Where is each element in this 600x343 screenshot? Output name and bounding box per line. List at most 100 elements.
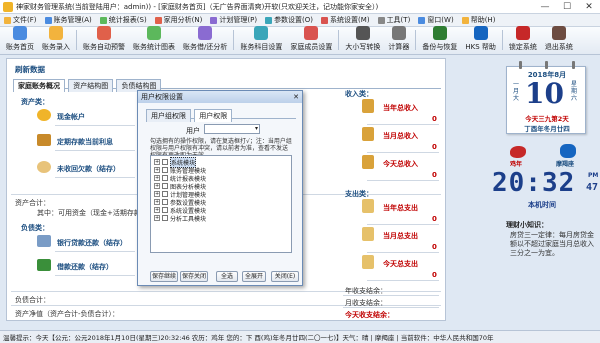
toolbar-button[interactable]: 账务借/还分析 — [179, 26, 231, 54]
expand-icon[interactable]: + — [154, 191, 160, 197]
toolbar-icon — [432, 26, 447, 40]
balance-today-label: 今天收支结余： — [345, 311, 394, 319]
minimize-button[interactable]: — — [534, 0, 556, 14]
menu-label: 统计报表(S) — [108, 16, 147, 24]
toolbar-icon — [391, 26, 406, 40]
tab-group-permission[interactable]: 用户组权限 — [146, 109, 191, 122]
expand-icon[interactable]: + — [154, 183, 160, 189]
toolbar-button[interactable]: 账务首页 — [2, 26, 38, 54]
tab-asset-structure[interactable]: 资产结构图 — [68, 79, 114, 92]
menu-item[interactable]: 工具(T) — [377, 15, 410, 25]
toolbar-icon — [355, 26, 370, 40]
debt-bank-link[interactable]: 银行贷款还款（结存） — [57, 238, 127, 248]
expand-icon[interactable]: + — [154, 215, 160, 221]
menu-item[interactable]: 参数设置(O) — [265, 15, 313, 25]
toolbar-button[interactable]: 家庭成员设置 — [286, 26, 336, 54]
zodiac-sign: 摩羯座 — [556, 161, 575, 168]
expand-icon[interactable]: + — [154, 167, 160, 173]
toolbar-separator — [76, 30, 77, 50]
menu-label: 帮助(H) — [470, 16, 496, 24]
assets-title: 资产类： — [21, 98, 49, 106]
tab-user-permission[interactable]: 用户权限 — [194, 109, 233, 122]
calendar-ganzhi: 丁酉年冬月廿四 — [524, 125, 570, 133]
user-label: 用户 — [186, 127, 200, 135]
expand-all-button[interactable]: 全展开 — [242, 271, 266, 282]
tree-checkbox[interactable] — [162, 199, 168, 205]
toolbar-button[interactable]: 账务自动预警 — [79, 26, 129, 54]
toolbar-label: 账务借/还分析 — [183, 43, 228, 51]
menu-label: 系统设置(M) — [330, 16, 370, 24]
toolbar-label: 家庭成员设置 — [290, 43, 333, 51]
income-month-label: 当月总收入 — [383, 132, 418, 140]
toolbar-button[interactable]: 锁定系统 — [505, 26, 541, 54]
expense-title: 支出类： — [345, 190, 373, 198]
expand-icon[interactable]: + — [154, 199, 160, 205]
toolbar-separator — [501, 30, 503, 50]
tab-overview[interactable]: 家庭账务概况 — [13, 79, 65, 92]
menu-item[interactable]: 统计报表(S) — [99, 15, 147, 25]
toolbar-button[interactable]: 账务录入 — [38, 26, 74, 54]
toolbar-label: 锁定系统 — [508, 43, 537, 51]
toolbar-label: 退出系统 — [544, 43, 573, 51]
tree-checkbox[interactable] — [162, 167, 168, 173]
toolbar-button[interactable]: HKS 帮助 — [461, 26, 500, 54]
tree-checkbox[interactable] — [162, 215, 168, 221]
toolbar-button[interactable]: 备份与恢复 — [418, 26, 461, 54]
menu-item[interactable]: 家用分析(N) — [154, 15, 202, 25]
menu-item[interactable]: 文件(F) — [4, 15, 37, 25]
expand-icon[interactable]: + — [154, 159, 160, 165]
tree-checkbox[interactable] — [162, 191, 168, 197]
tree-checkbox[interactable] — [162, 183, 168, 189]
menu-item[interactable]: 系统设置(M) — [321, 15, 370, 25]
toolbar-icon — [515, 26, 530, 40]
dialog-title: 用户权限设置 — [141, 93, 183, 101]
asset-receivable-link[interactable]: 未收回欠款（结存） — [57, 164, 120, 174]
maximize-button[interactable]: ☐ — [556, 0, 578, 14]
tree-checkbox[interactable] — [162, 207, 168, 213]
debt-loan-link[interactable]: 借款还款（结存） — [57, 262, 113, 272]
permission-dialog: 用户权限设置 ✕ 用户组权限 用户权限 用户 ▾ 勾选拥有的操作权限，请在复选框… — [137, 90, 303, 286]
income-month-value: 0 — [432, 143, 437, 151]
toolbar-label: HKS 帮助 — [465, 43, 496, 51]
toolbar-button[interactable]: 退出系统 — [541, 26, 577, 54]
menu-item[interactable]: 计划管理(P) — [210, 15, 257, 25]
dialog-tab-strip: 用户组权限 用户权限 — [146, 109, 296, 122]
tip-text: 房贷三一定律：每月房贷金额以不超过家庭当月总收入三分之一为宜。 — [510, 231, 594, 257]
expand-icon[interactable]: + — [154, 207, 160, 213]
save-close-button[interactable]: 保存关闭 — [180, 271, 208, 282]
menu-item[interactable]: 窗口(W) — [418, 15, 454, 25]
refresh-link[interactable]: 刷新数据 — [15, 64, 45, 75]
user-select[interactable]: ▾ — [204, 124, 260, 134]
toolbar-button[interactable]: 账务科目设置 — [236, 26, 286, 54]
toolbar-label: 大小写转换 — [345, 43, 381, 51]
expense-year-value: 0 — [432, 215, 437, 223]
dialog-close-icon[interactable]: ✕ — [290, 93, 302, 101]
toolbar-button[interactable]: 大小写转换 — [341, 26, 384, 54]
deposit-icon — [37, 134, 51, 146]
menu-item[interactable]: 账务管理(A) — [44, 15, 92, 25]
menu-icon — [377, 16, 385, 24]
expand-icon[interactable]: + — [154, 175, 160, 181]
toolbar-label: 计算器 — [388, 43, 410, 51]
toolbar-button[interactable]: 计算器 — [384, 26, 413, 54]
toolbar-button[interactable]: 账务统计图表 — [129, 26, 179, 54]
dialog-titlebar: 用户权限设置 ✕ — [138, 91, 302, 103]
close-button[interactable]: ✕ — [578, 0, 600, 14]
select-all-button[interactable]: 全选 — [216, 271, 238, 282]
close-dialog-button[interactable]: 关闭(E) — [271, 271, 299, 282]
tree-checkbox[interactable] — [162, 175, 168, 181]
asset-deposit-link[interactable]: 定期存款当前利息 — [57, 137, 113, 147]
asset-cash-link[interactable]: 现金帐户 — [57, 112, 85, 122]
permission-tree: + 系统模块 + 账务管理模块 + 统计报表模块 + 图表分析模块 + 计划管理模块 + 参数设置模块… — [150, 155, 292, 253]
rooster-icon — [510, 146, 526, 158]
tree-node[interactable]: + 分析工具模块 — [154, 214, 288, 223]
toolbar-separator — [233, 30, 235, 50]
tree-checkbox[interactable] — [162, 159, 168, 165]
menu-item[interactable]: 帮助(H) — [461, 15, 496, 25]
coins-icon — [362, 127, 374, 141]
menu-icon — [210, 16, 218, 24]
menu-label: 计划管理(P) — [219, 16, 258, 24]
status-text: 温馨提示：今天【公元：公元2018年1月10日(星期三)20:32:46 农历：… — [3, 334, 494, 342]
toolbar: 账务首页 账务录入 账务自动预警 账务统计图表 账务借/还分析 账务科目设置 家庭成员设置 大… — [0, 26, 600, 55]
save-continue-button[interactable]: 保存继续 — [150, 271, 178, 282]
